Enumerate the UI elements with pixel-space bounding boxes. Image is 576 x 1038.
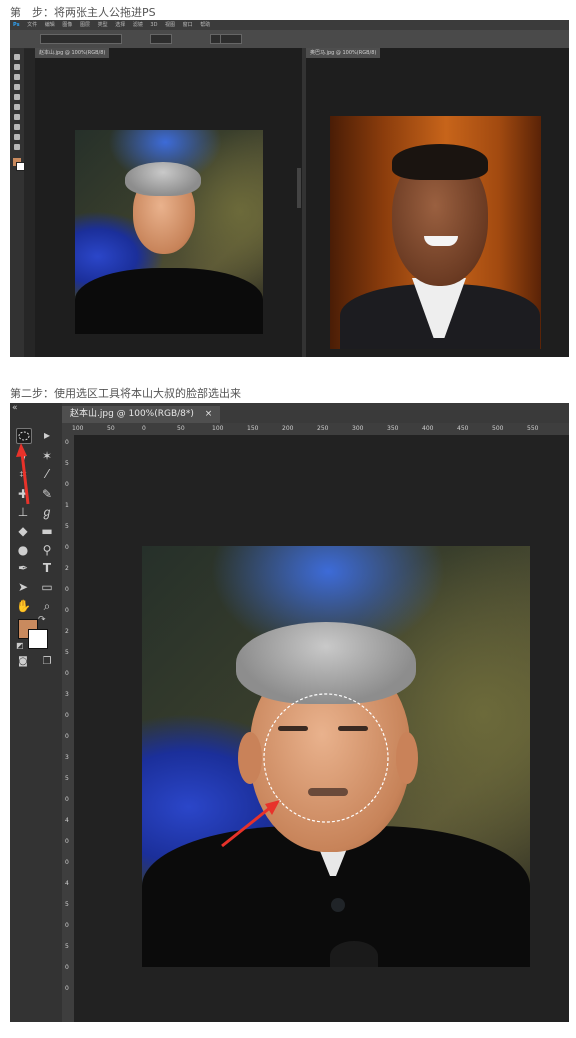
option-field[interactable]	[150, 34, 172, 44]
menu-type[interactable]: 类型	[98, 22, 108, 28]
menu-window[interactable]: 窗口	[183, 22, 193, 28]
menu-bar: Ps 文件 编辑 图像 图层 类型 选择 滤镜 3D 视图 窗口 帮助	[10, 20, 569, 30]
background-color-swatch[interactable]	[16, 162, 25, 171]
step1-caption: 第 步：将两张主人公拖进PS	[10, 6, 156, 19]
document-tab-2[interactable]: 奥巴马.jpg @ 100%(RGB/8)	[306, 48, 381, 58]
tool-icon[interactable]	[14, 64, 20, 70]
tool-icon[interactable]	[14, 134, 20, 140]
menu-edit[interactable]: 编辑	[45, 22, 55, 28]
tool-icon[interactable]	[14, 84, 20, 90]
scrollbar[interactable]	[297, 168, 301, 208]
menu-help[interactable]: 帮助	[200, 22, 210, 28]
red-arrow-face	[221, 800, 280, 848]
elliptical-selection	[263, 693, 389, 823]
document-window-2: 奥巴马.jpg @ 100%(RGB/8)	[306, 48, 569, 357]
tool-panel	[10, 48, 25, 357]
screenshot-step2: « ▸ ϟ ✶ ⌗ ⁄ ✚ ✎ ⊥ ℊ ◆ ▬ ● ⚲ ✒ T ➤ ▭ ✋ ⌕ …	[10, 403, 569, 1022]
hair	[392, 144, 488, 180]
menu-filter[interactable]: 滤镜	[133, 22, 143, 28]
tool-icon[interactable]	[14, 124, 20, 130]
ps-logo: Ps	[13, 22, 20, 28]
document-tab-1[interactable]: 赵本山.jpg @ 100%(RGB/8)	[35, 48, 110, 58]
menu-file[interactable]: 文件	[27, 22, 37, 28]
options-bar	[10, 30, 569, 49]
screenshot-step1: Ps 文件 编辑 图像 图层 类型 选择 滤镜 3D 视图 窗口 帮助 赵本山.…	[10, 20, 569, 357]
option-field[interactable]	[220, 34, 242, 44]
smile	[424, 236, 458, 246]
menu-select[interactable]: 选择	[115, 22, 125, 28]
menu-image[interactable]: 图像	[62, 22, 72, 28]
zhao-photo	[75, 130, 263, 334]
menu-view[interactable]: 视图	[165, 22, 175, 28]
red-arrow-tool	[16, 443, 30, 505]
tool-icon[interactable]	[14, 94, 20, 100]
step2-caption: 第二步：使用选区工具将本山大叔的脸部选出来	[10, 387, 241, 400]
tool-icon[interactable]	[14, 144, 20, 150]
document-window-1: 赵本山.jpg @ 100%(RGB/8)	[35, 48, 306, 357]
tool-icon[interactable]	[14, 104, 20, 110]
menu-layer[interactable]: 图层	[80, 22, 90, 28]
menu-3d[interactable]: 3D	[150, 22, 157, 28]
obama-photo	[330, 116, 541, 349]
option-field[interactable]	[40, 34, 122, 44]
overlay-layer	[16, 443, 389, 848]
hair	[125, 162, 201, 196]
tool-icon[interactable]	[14, 114, 20, 120]
tool-icon[interactable]	[14, 74, 20, 80]
tool-icon[interactable]	[14, 54, 20, 60]
jacket	[75, 268, 263, 334]
